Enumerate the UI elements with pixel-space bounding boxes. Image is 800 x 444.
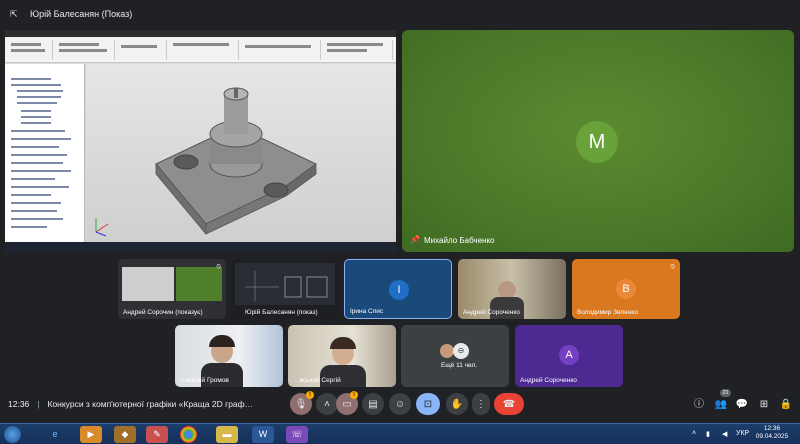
clock-time: 12:36 xyxy=(763,425,781,432)
phone-hangup-icon: ☎ xyxy=(502,398,516,410)
media-player-icon[interactable]: ▶ xyxy=(80,426,102,443)
warning-badge-icon: ! xyxy=(306,391,314,399)
shared-windows-taskbar xyxy=(5,242,396,252)
internet-explorer-icon[interactable]: e xyxy=(44,426,66,443)
presenter-title: Юрій Балесанян (Показ) xyxy=(30,9,133,19)
participant-name: Андрей Сорочин (показує) xyxy=(123,309,203,316)
participant-tile[interactable]: А Андрей Сороченко xyxy=(515,325,623,387)
game-app-icon[interactable]: ◆ xyxy=(114,426,136,443)
participant-tile[interactable]: ⦸ Андрей Сорочин (показує) xyxy=(118,259,226,319)
speaker-avatar: М xyxy=(576,121,618,163)
chat-icon[interactable]: 💬 xyxy=(735,398,749,412)
volume-icon[interactable]: ◀ xyxy=(722,430,727,438)
presenting-icon: ⇱ xyxy=(10,9,18,19)
separator: | xyxy=(37,399,40,409)
cad-menubar xyxy=(5,30,396,37)
camera-off-icon: ▭ xyxy=(342,398,352,410)
end-call-button[interactable]: ☎ xyxy=(494,393,524,415)
more-participants-tile[interactable]: ⊖ Ещё 11 чел. xyxy=(401,325,509,387)
participant-name: …вський Сергій xyxy=(293,377,341,384)
cad-drawing-icon xyxy=(245,271,328,301)
windows-taskbar: e ▶ ◆ ✎ ▬ W ☏ ˄ ▮ ◀ УКР xyxy=(0,423,800,444)
participant-name: Ірина Спис xyxy=(350,308,384,315)
participant-tile[interactable]: Алексей Громов xyxy=(175,325,283,387)
meeting-info: 12:36 | Конкурси з комп'ютерної графіки … xyxy=(8,396,253,412)
participant-name: Алексей Громов xyxy=(180,377,229,384)
cad-model-tree xyxy=(5,64,85,242)
participant-name: Андрей Сороченко xyxy=(520,377,577,384)
present-button[interactable]: ⊡ xyxy=(416,393,440,415)
host-controls-icon[interactable]: 🔒 xyxy=(779,398,793,412)
mic-options-button[interactable]: ˄ xyxy=(316,393,338,415)
participant-tile[interactable]: Юрій Балесанян (показ) xyxy=(231,259,339,319)
info-icon[interactable]: ⓘ xyxy=(692,398,706,412)
file-explorer-icon[interactable]: ▬ xyxy=(216,426,238,443)
camera-person-hair xyxy=(209,335,235,347)
mic-off-icon: ⦸ xyxy=(216,263,221,270)
mic-off-icon: 🎙 xyxy=(294,398,308,410)
speaker-tile[interactable]: М 📌 Михайло Бабченко xyxy=(402,30,794,252)
tile-screen-preview xyxy=(122,267,174,301)
chrome-icon[interactable] xyxy=(180,426,197,443)
speaker-name: Михайло Бабченко xyxy=(424,236,495,245)
tray-arrow-icon[interactable]: ˄ xyxy=(692,430,696,437)
captions-icon: ▤ xyxy=(368,398,378,410)
pin-icon[interactable]: 📌 xyxy=(410,235,420,244)
viber-icon[interactable]: ☏ xyxy=(286,426,308,443)
warning-badge-icon: ! xyxy=(350,391,358,399)
raise-hand-button[interactable]: ✋ xyxy=(446,393,468,415)
hand-icon: ✋ xyxy=(450,398,464,410)
emoji-icon: ☺ xyxy=(394,398,406,410)
clock-date: 09.04.2025 xyxy=(755,433,789,440)
cad-ribbon xyxy=(5,37,396,63)
participant-avatar: А xyxy=(559,345,579,365)
tile-cad-drawing-preview xyxy=(235,263,335,305)
emoji-button[interactable]: ☺ xyxy=(389,393,411,415)
chevron-up-icon: ˄ xyxy=(324,398,330,410)
participant-tile[interactable]: Андрей Сороченко xyxy=(458,259,566,319)
participant-tile[interactable]: …вський Сергій xyxy=(288,325,396,387)
more-participants-label: Ещё 11 чел. xyxy=(441,362,478,369)
captions-button[interactable]: ▤ xyxy=(362,393,384,415)
participant-name: Юрій Балесанян (показ) xyxy=(245,309,318,316)
taskbar-clock[interactable]: 12:36 09.04.2025 xyxy=(752,425,792,441)
participant-name: Андрей Сороченко xyxy=(463,309,520,316)
mic-off-icon: ⦸ xyxy=(670,263,675,270)
participants-count: 21 xyxy=(720,389,731,397)
network-icon[interactable]: ▮ xyxy=(706,430,710,438)
people-icon[interactable]: 👥 xyxy=(714,398,728,412)
more-vert-icon: ⋮ xyxy=(476,398,486,410)
cad-3d-viewport[interactable] xyxy=(86,64,396,242)
tile-screen-preview-green xyxy=(176,267,222,301)
participant-avatar: В xyxy=(616,279,636,299)
meeting-title: Конкурси з комп'ютерної графіки «Краща 2… xyxy=(47,399,254,409)
presenter-bar: ⇱ Юрій Балесанян (Показ) xyxy=(0,0,800,28)
present-icon: ⊡ xyxy=(423,398,433,410)
more-icon: ⊖ xyxy=(453,343,469,359)
shared-screen[interactable] xyxy=(5,30,396,252)
participant-tile[interactable]: І Ірина Спис xyxy=(344,259,452,319)
cad-part-model xyxy=(95,87,317,237)
activities-icon[interactable]: ⊞ xyxy=(757,398,771,412)
start-button-icon[interactable] xyxy=(4,426,21,443)
paint-app-icon[interactable]: ✎ xyxy=(146,426,168,443)
meeting-time: 12:36 xyxy=(8,399,30,409)
camera-person-hair xyxy=(330,337,356,349)
word-icon[interactable]: W xyxy=(252,426,274,443)
participant-name: Володимир Зеленко xyxy=(577,309,638,316)
participant-tile[interactable]: В ⦸ Володимир Зеленко xyxy=(572,259,680,319)
language-indicator[interactable]: УКР xyxy=(736,430,749,437)
more-options-button[interactable]: ⋮ xyxy=(472,393,490,415)
participant-avatar: І xyxy=(389,280,409,300)
